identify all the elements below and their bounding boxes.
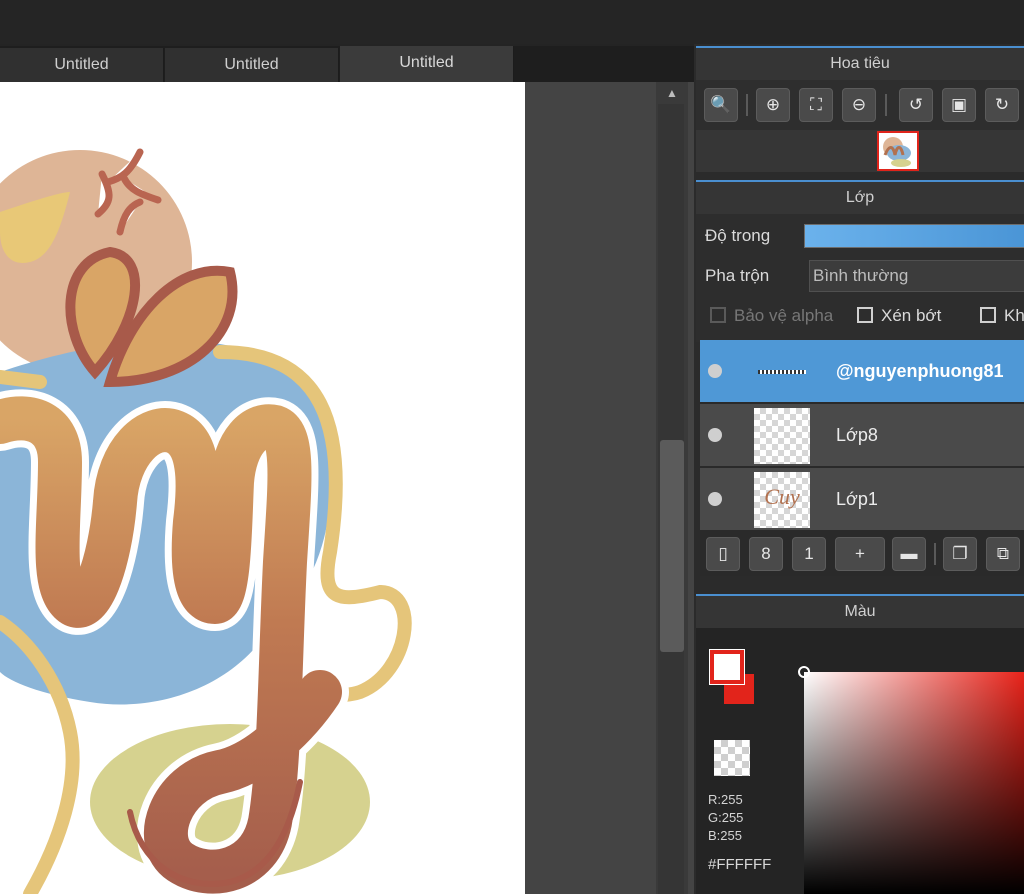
saturation-value-picker[interactable] bbox=[798, 666, 1024, 894]
layer-properties: Độ trong Pha trộn Bình thường Bảo vệ alp… bbox=[696, 214, 1024, 342]
layer-name: Lớp8 bbox=[836, 425, 878, 445]
checkbox-box[interactable] bbox=[710, 307, 726, 323]
rotate-left-icon[interactable]: ↺ bbox=[899, 88, 933, 122]
canvas-area[interactable]: ▲ bbox=[0, 82, 694, 894]
scroll-up-arrow-icon[interactable]: ▲ bbox=[664, 86, 680, 100]
layer-panel-title[interactable]: Lớp bbox=[696, 180, 1024, 214]
toolbar-separator bbox=[934, 543, 936, 565]
zoom-fit-icon[interactable]: ⛶ bbox=[799, 88, 833, 122]
layer-list: @nguyenphuong81 Lớp8 Cuy Lớp1 bbox=[700, 340, 1024, 532]
navigator-thumbnail-image bbox=[883, 137, 911, 167]
duplicate-layer-icon[interactable]: ❐ bbox=[943, 537, 977, 571]
layer-item-nguyenphuong81[interactable]: @nguyenphuong81 bbox=[700, 340, 1024, 402]
lock-label: Kh bbox=[1004, 306, 1024, 325]
red-value: R:255 bbox=[708, 792, 743, 807]
merge-layer-icon[interactable]: ⧉ bbox=[986, 537, 1020, 571]
layer-name: @nguyenphuong81 bbox=[836, 361, 1004, 381]
protect-alpha-checkbox[interactable]: Bảo vệ alpha bbox=[710, 306, 833, 326]
lock-checkbox[interactable]: Kh bbox=[980, 306, 1024, 326]
canvas-artwork[interactable] bbox=[0, 82, 525, 894]
opacity-slider[interactable] bbox=[804, 224, 1024, 248]
green-value: G:255 bbox=[708, 810, 744, 825]
text-layer-preview bbox=[758, 370, 806, 374]
layer-thumbnail: Cuy bbox=[754, 472, 810, 528]
navigator-viewport-box[interactable] bbox=[877, 131, 919, 171]
layer-item-lop1[interactable]: Cuy Lớp1 bbox=[700, 468, 1024, 530]
color-swatches bbox=[708, 640, 768, 704]
zoom-in-icon[interactable]: ⊕ bbox=[756, 88, 790, 122]
visibility-toggle-icon[interactable] bbox=[708, 492, 722, 506]
hex-value: #FFFFFF bbox=[708, 856, 772, 873]
protect-alpha-label: Bảo vệ alpha bbox=[734, 306, 834, 325]
navigator-panel-title[interactable]: Hoa tiêu bbox=[696, 46, 1024, 80]
layer-item-lop8[interactable]: Lớp8 bbox=[700, 404, 1024, 466]
scroll-thumb[interactable] bbox=[660, 440, 684, 652]
color-panel: R:255 G:255 B:255 #FFFFFF 🎨 ⚙ bbox=[696, 628, 1024, 894]
checkbox-box[interactable] bbox=[980, 307, 996, 323]
picker-cursor[interactable] bbox=[798, 666, 810, 678]
layer-thumbnail bbox=[754, 408, 810, 464]
new-8bit-layer-icon[interactable]: 8 bbox=[749, 537, 783, 571]
blend-mode-label: Pha trộn bbox=[705, 266, 770, 285]
toolbar-separator bbox=[746, 94, 748, 116]
opacity-label: Độ trong bbox=[705, 226, 771, 245]
visibility-toggle-icon[interactable] bbox=[708, 364, 722, 378]
document-tabs: Untitled Untitled Untitled bbox=[0, 46, 694, 82]
fullscreen-icon[interactable]: ▣ bbox=[942, 88, 976, 122]
navigator-toolbar: 🔍 ⊕ ⛶ ⊖ ↺ ▣ ↻ bbox=[696, 80, 1024, 130]
navigator-preview[interactable] bbox=[696, 130, 1024, 172]
tab-untitled-2[interactable]: Untitled bbox=[165, 48, 339, 82]
tab-untitled-1[interactable]: Untitled bbox=[0, 48, 164, 82]
checkbox-box[interactable] bbox=[857, 307, 873, 323]
rotate-right-icon[interactable]: ↻ bbox=[985, 88, 1019, 122]
clipping-label: Xén bớt bbox=[881, 306, 942, 325]
layer-name: Lớp1 bbox=[836, 489, 878, 509]
layer-thumbnail-text: Cuy bbox=[764, 484, 800, 509]
toolbar-separator bbox=[885, 94, 887, 116]
transparent-color-swatch[interactable] bbox=[714, 740, 750, 776]
new-1bit-layer-icon[interactable]: 1 bbox=[792, 537, 826, 571]
app-title-bar bbox=[0, 0, 1024, 44]
blend-mode-select[interactable]: Bình thường bbox=[809, 260, 1024, 292]
canvas-vertical-scrollbar[interactable]: ▲ bbox=[656, 82, 688, 894]
artwork-illustration bbox=[0, 148, 412, 894]
tab-untitled-3-active[interactable]: Untitled bbox=[340, 46, 514, 82]
foreground-color-swatch[interactable] bbox=[709, 649, 745, 685]
new-folder-icon[interactable]: ▬ bbox=[892, 537, 926, 571]
layer-toolbar: ▯ 8 1 + ▬ ❐ ⧉ bbox=[700, 532, 1024, 576]
layer-thumbnail bbox=[754, 344, 810, 400]
blue-value: B:255 bbox=[708, 828, 742, 843]
zoom-out-icon[interactable]: ⊖ bbox=[842, 88, 876, 122]
clipping-checkbox[interactable]: Xén bớt bbox=[857, 306, 941, 326]
right-dock: Hoa tiêu 🔍 ⊕ ⛶ ⊖ ↺ ▣ ↻ Lớp Độ trong Pha … bbox=[694, 44, 1024, 894]
new-layer-icon[interactable]: ▯ bbox=[706, 537, 740, 571]
visibility-toggle-icon[interactable] bbox=[708, 428, 722, 442]
zoom-actual-size-icon[interactable]: 🔍 bbox=[704, 88, 738, 122]
add-layer-dropdown-icon[interactable]: + bbox=[835, 537, 885, 571]
color-panel-title[interactable]: Màu bbox=[696, 594, 1024, 628]
